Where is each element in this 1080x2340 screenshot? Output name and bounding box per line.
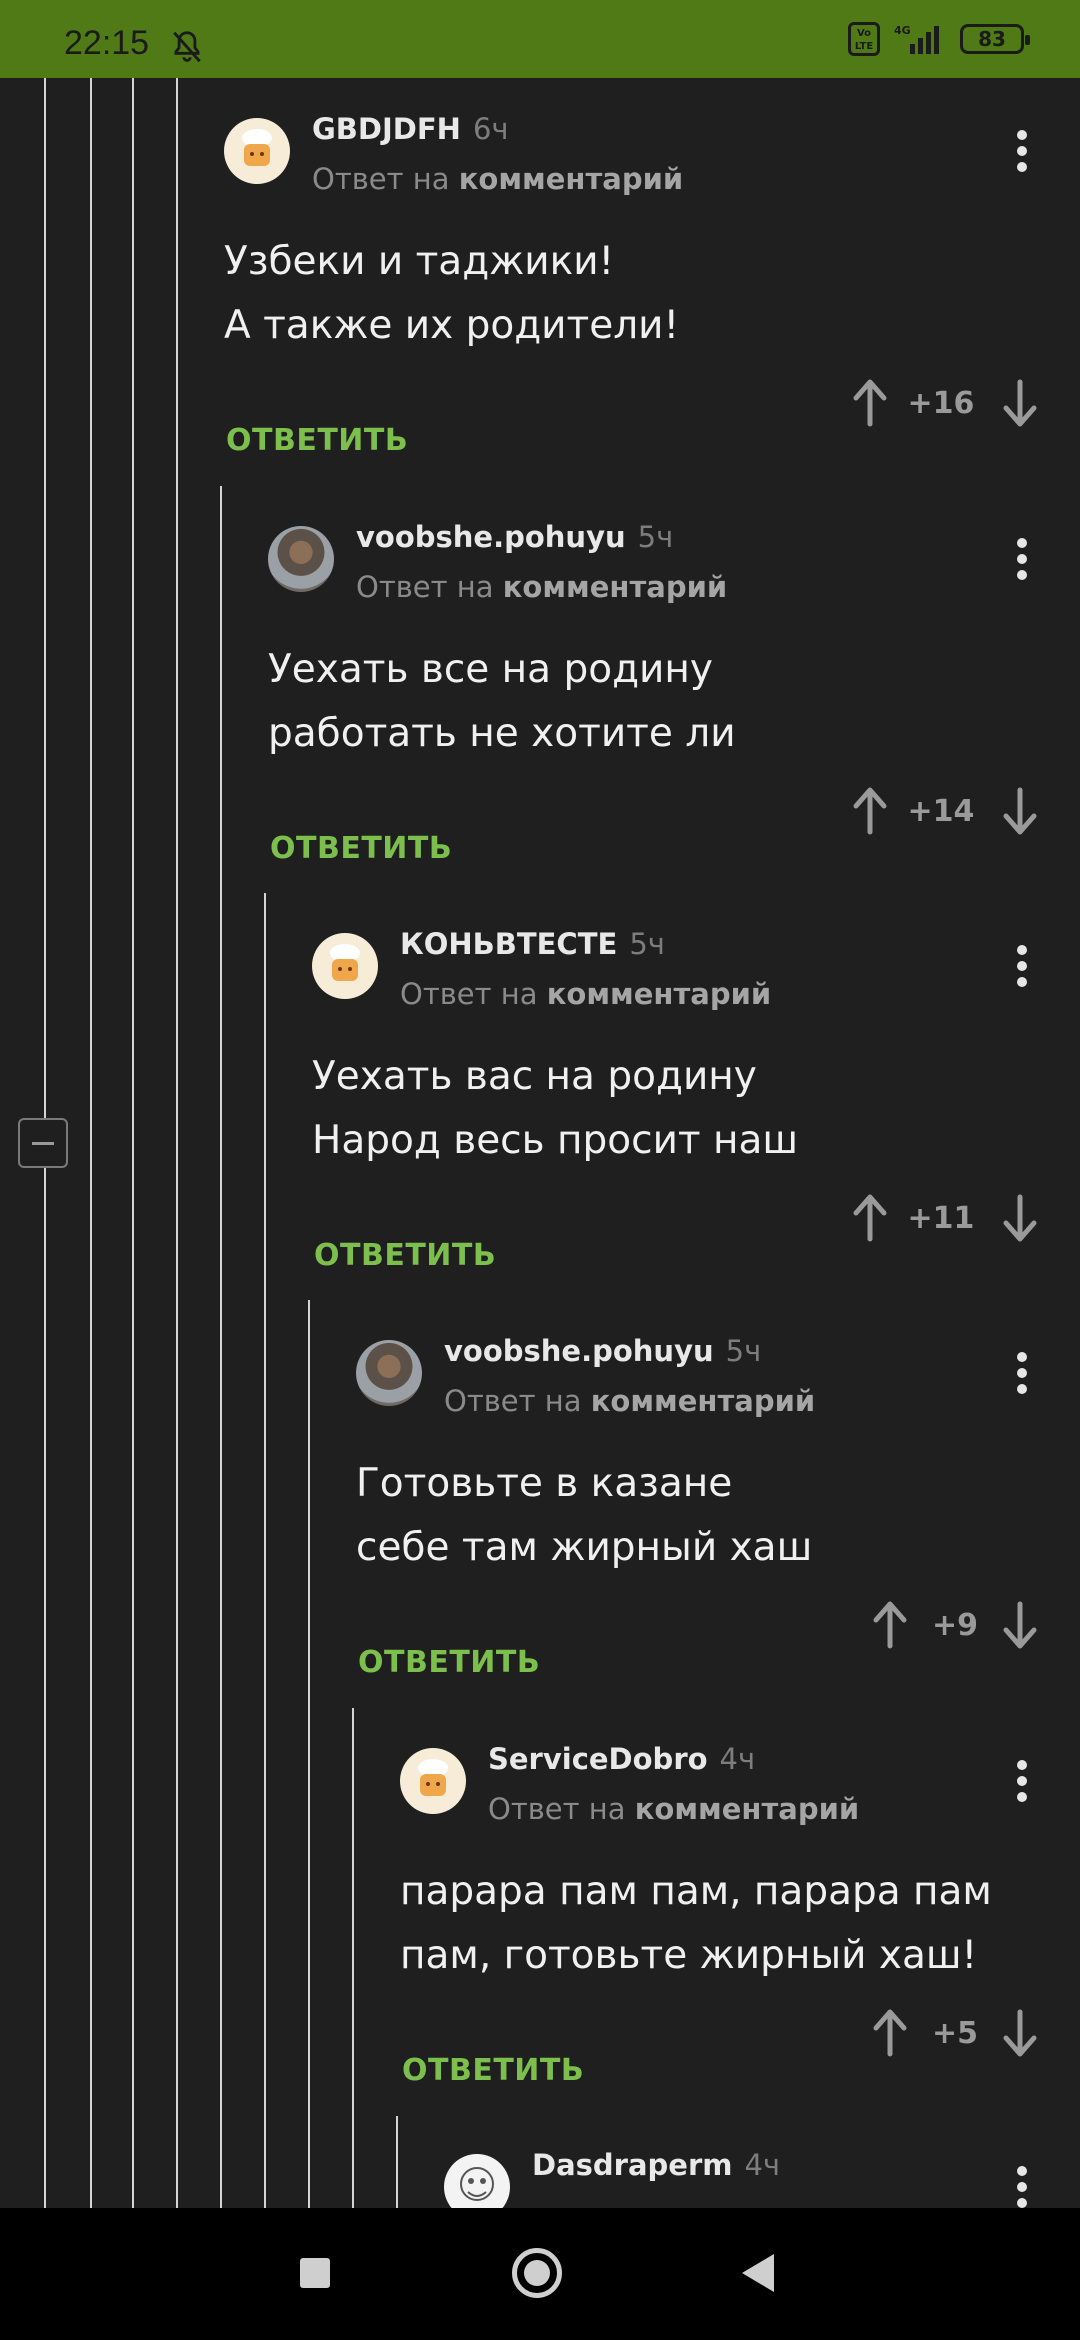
vote-controls: +9 — [870, 1600, 1040, 1656]
comment-author[interactable]: КОНЬВТЕСТЕ 5ч — [400, 927, 665, 961]
status-time: 22:15 — [64, 24, 150, 62]
signal-icon: 4G — [894, 24, 939, 54]
status-bar: 22:15 Vo LTE 4G 83 — [0, 0, 1080, 78]
comment-author[interactable]: Dasdraperm 4ч — [532, 2148, 780, 2182]
comment-score: +16 — [907, 386, 975, 421]
comment-score: +11 — [907, 1201, 975, 1236]
downvote-icon[interactable] — [1000, 786, 1040, 836]
more-options-icon[interactable] — [1012, 1348, 1032, 1398]
reply-to-link[interactable]: комментарий — [459, 162, 684, 196]
comment-time: 5ч — [637, 520, 674, 554]
comment-score: +14 — [907, 794, 975, 829]
thread-line[interactable] — [220, 486, 222, 2208]
comment-score: +5 — [931, 2016, 978, 2051]
notifications-muted-icon — [173, 31, 201, 63]
upvote-icon[interactable] — [870, 1600, 910, 1650]
thread-line[interactable] — [308, 1300, 310, 2208]
reply-button[interactable]: ОТВЕТИТЬ — [358, 1645, 540, 1680]
reply-button[interactable]: ОТВЕТИТЬ — [402, 2053, 584, 2088]
reply-button[interactable]: ОТВЕТИТЬ — [226, 423, 408, 458]
avatar[interactable] — [268, 526, 334, 592]
system-nav-bar — [0, 2208, 1080, 2340]
reply-to-link[interactable]: комментарий — [635, 1792, 860, 1826]
reply-to: Ответ на комментарий — [312, 162, 684, 196]
reply-to: Ответ на комментарий — [488, 1792, 860, 1826]
more-options-icon[interactable] — [1012, 941, 1032, 991]
upvote-icon[interactable] — [850, 1193, 890, 1243]
comment-text: Узбеки и таджики! А также их родители! — [224, 239, 680, 348]
avatar[interactable] — [312, 933, 378, 999]
comment-text: парара пам пам, парара пам пам, готовьте … — [400, 1869, 992, 1978]
comment-time: 4ч — [719, 1742, 756, 1776]
reply-button[interactable]: ОТВЕТИТЬ — [314, 1238, 496, 1273]
vote-controls: +11 — [850, 1193, 1040, 1249]
avatar[interactable] — [356, 1340, 422, 1406]
downvote-icon[interactable] — [1000, 1193, 1040, 1243]
more-options-icon[interactable] — [1012, 2162, 1032, 2208]
downvote-icon[interactable] — [1000, 2008, 1040, 2058]
comment-text: Уехать вас на родину Народ весь просит на… — [312, 1054, 799, 1163]
thread-line[interactable] — [176, 78, 178, 2208]
reply-to: Ответ на комментарий — [444, 1384, 816, 1418]
avatar[interactable] — [444, 2154, 510, 2208]
reply-to: Ответ на комментарий — [356, 570, 728, 604]
vote-controls: +16 — [850, 378, 1040, 434]
downvote-icon[interactable] — [1000, 378, 1040, 428]
more-options-icon[interactable] — [1012, 126, 1032, 176]
comment-time: 5ч — [725, 1334, 762, 1368]
thread-line[interactable] — [352, 1708, 354, 2208]
comment-author[interactable]: voobshe.pohuyu 5ч — [444, 1334, 761, 1368]
comment-time: 4ч — [744, 2148, 781, 2182]
reply-to-link[interactable]: комментарий — [503, 570, 728, 604]
home-button[interactable] — [512, 2248, 562, 2298]
more-options-icon[interactable] — [1012, 1756, 1032, 1806]
thread-line[interactable] — [264, 893, 266, 2208]
comment-author[interactable]: GBDJDFH 6ч — [312, 112, 509, 146]
vote-controls: +14 — [850, 786, 1040, 842]
comment-author[interactable]: voobshe.pohuyu 5ч — [356, 520, 673, 554]
comment-text: Готовьте в казане себе там жирный хаш — [356, 1461, 813, 1570]
thread-line[interactable] — [396, 2116, 398, 2208]
more-options-icon[interactable] — [1012, 534, 1032, 584]
downvote-icon[interactable] — [1000, 1600, 1040, 1650]
thread-line[interactable] — [132, 78, 134, 2208]
collapse-thread-button[interactable] — [18, 1118, 68, 1168]
comment-author[interactable]: ServiceDobro 4ч — [488, 1742, 755, 1776]
avatar[interactable] — [224, 118, 290, 184]
upvote-icon[interactable] — [850, 378, 890, 428]
battery-icon: 83 — [960, 24, 1030, 54]
svg-text:4G: 4G — [894, 24, 911, 37]
comment-text: Уехать все на родину работать не хотите л… — [268, 647, 736, 756]
upvote-icon[interactable] — [850, 786, 890, 836]
reply-to: Ответ на комментарий — [400, 977, 772, 1011]
reply-to-link[interactable]: комментарий — [591, 1384, 816, 1418]
comment-thread[interactable]: GBDJDFH 6ч Ответ на комментарий Узбеки и … — [0, 78, 1080, 2208]
comment-time: 5ч — [629, 927, 665, 961]
volte-icon: Vo LTE — [848, 22, 880, 56]
upvote-icon[interactable] — [870, 2008, 910, 2058]
back-button[interactable] — [742, 2254, 774, 2292]
reply-button[interactable]: ОТВЕТИТЬ — [270, 831, 452, 866]
comment-time: 6ч — [472, 112, 509, 146]
thread-line[interactable] — [90, 78, 92, 2208]
vote-controls: +5 — [870, 2008, 1040, 2064]
avatar[interactable] — [400, 1748, 466, 1814]
reply-to-link[interactable]: комментарий — [547, 977, 772, 1011]
recents-button[interactable] — [300, 2258, 330, 2288]
comment-score: +9 — [931, 1608, 978, 1643]
